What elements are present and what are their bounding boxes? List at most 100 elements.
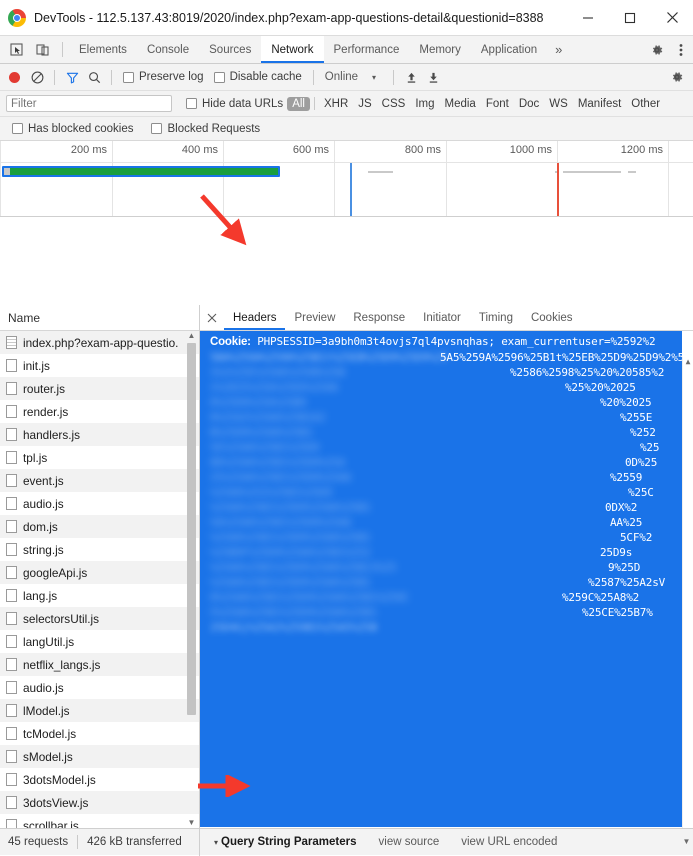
tab-network[interactable]: Network: [261, 36, 324, 63]
tab-application[interactable]: Application: [471, 36, 547, 63]
tab-performance[interactable]: Performance: [324, 36, 410, 63]
request-row-3[interactable]: render.js: [0, 400, 199, 423]
network-overview-timeline[interactable]: 200 ms 400 ms 600 ms 800 ms 1000 ms 1200…: [0, 141, 693, 217]
request-row-17[interactable]: tcModel.js: [0, 722, 199, 745]
cookie-wrapped-line: B%25D9%25A6%25B1 %252: [210, 425, 676, 440]
request-row-16[interactable]: lModel.js: [0, 699, 199, 722]
filter-type-css[interactable]: CSS: [377, 98, 411, 110]
scroll-up-arrow-icon[interactable]: ▲: [186, 331, 197, 341]
inspect-element-icon[interactable]: [4, 36, 30, 63]
request-name: string.js: [23, 542, 64, 557]
detail-tab-initiator[interactable]: Initiator: [414, 305, 470, 330]
export-down-arrow-icon[interactable]: [423, 67, 443, 87]
request-list-header[interactable]: Name: [0, 305, 199, 331]
record-stop-icon[interactable]: [9, 71, 20, 83]
network-settings-gear-icon[interactable]: [667, 67, 687, 87]
detail-tab-preview[interactable]: Preview: [285, 305, 344, 330]
request-row-5[interactable]: tpl.js: [0, 446, 199, 469]
filter-type-img[interactable]: Img: [410, 98, 439, 110]
request-row-7[interactable]: audio.js: [0, 492, 199, 515]
cookie-visible-tail: %25C: [628, 486, 654, 499]
cookie-value-start: PHPSESSID=3a9bh0m3t4ovjs7ql4pvsnqhas; ex…: [250, 335, 656, 348]
detail-tab-headers[interactable]: Headers: [224, 305, 286, 330]
search-icon[interactable]: [84, 67, 104, 87]
detail-tab-cookies[interactable]: Cookies: [522, 305, 582, 330]
scrollbar-thumb[interactable]: [187, 343, 196, 715]
view-source-link[interactable]: view source: [379, 836, 440, 848]
close-button[interactable]: [651, 0, 693, 36]
request-row-12[interactable]: selectorsUtil.js: [0, 607, 199, 630]
request-name: render.js: [23, 404, 69, 419]
filter-type-other[interactable]: Other: [626, 98, 665, 110]
hide-data-urls-checkbox[interactable]: Hide data URLs: [186, 98, 283, 110]
scroll-down-arrow-icon[interactable]: ▼: [680, 837, 693, 847]
scroll-down-arrow-icon[interactable]: ▼: [186, 818, 197, 828]
tab-sources[interactable]: Sources: [199, 36, 261, 63]
tab-console[interactable]: Console: [137, 36, 199, 63]
window-title-bar: DevTools - 112.5.137.43:8019/2020/index.…: [0, 0, 693, 36]
request-row-9[interactable]: string.js: [0, 538, 199, 561]
request-row-18[interactable]: sModel.js: [0, 745, 199, 768]
query-string-parameters-toggle[interactable]: ▾ Query String Parameters: [214, 836, 357, 848]
maximize-button[interactable]: [609, 0, 651, 36]
chevron-down-icon[interactable]: ▾: [372, 73, 376, 82]
detail-tab-timing[interactable]: Timing: [470, 305, 522, 330]
filter-type-all[interactable]: All: [287, 96, 310, 111]
funnel-filter-icon[interactable]: [62, 67, 82, 87]
disable-cache-label: Disable cache: [229, 71, 302, 83]
disable-cache-checkbox[interactable]: Disable cache: [213, 71, 302, 83]
blocked-requests-checkbox[interactable]: Blocked Requests: [151, 123, 260, 135]
cookie-blurred-segment: %25A6%25B1%25D9%25A6%25B1: [210, 501, 371, 514]
request-row-13[interactable]: langUtil.js: [0, 630, 199, 653]
request-row-20[interactable]: 3dotsView.js: [0, 791, 199, 814]
request-name: 3dotsModel.js: [23, 772, 96, 787]
tab-label: Elements: [79, 43, 127, 56]
request-row-15[interactable]: audio.js: [0, 676, 199, 699]
throttling-select-value[interactable]: Online: [325, 71, 358, 83]
scroll-up-arrow-icon[interactable]: ▲: [683, 357, 693, 367]
gear-icon[interactable]: [645, 43, 669, 57]
request-row-4[interactable]: handlers.js: [0, 423, 199, 446]
filter-type-manifest[interactable]: Manifest: [573, 98, 626, 110]
cookie-header-row[interactable]: Cookie: PHPSESSID=3a9bh0m3t4ovjs7ql4pvsn…: [200, 331, 682, 827]
filter-type-doc[interactable]: Doc: [514, 98, 544, 110]
minimize-button[interactable]: [567, 0, 609, 36]
tab-elements[interactable]: Elements: [69, 36, 137, 63]
request-row-0[interactable]: index.php?exam-app-questio.: [0, 331, 199, 354]
headers-body[interactable]: Cookie: PHPSESSID=3a9bh0m3t4ovjs7ql4pvsn…: [200, 331, 693, 828]
request-row-14[interactable]: netflix_langs.js: [0, 653, 199, 676]
detail-panel-scrollbar[interactable]: ▲: [682, 357, 693, 828]
request-list[interactable]: index.php?exam-app-questio. init.js rout…: [0, 331, 199, 828]
timeline-bars: [0, 163, 693, 216]
request-row-21[interactable]: scrollbar.js: [0, 814, 199, 828]
request-list-scrollbar[interactable]: ▲ ▼: [186, 331, 197, 828]
filter-input[interactable]: [6, 95, 172, 112]
tab-memory[interactable]: Memory: [409, 36, 471, 63]
view-url-encoded-link[interactable]: view URL encoded: [461, 836, 557, 848]
request-row-19[interactable]: 3dotsModel.js: [0, 768, 199, 791]
import-up-arrow-icon[interactable]: [401, 67, 421, 87]
request-timing-bar: [563, 171, 621, 173]
request-row-8[interactable]: dom.js: [0, 515, 199, 538]
detail-tab-response[interactable]: Response: [344, 305, 414, 330]
request-row-6[interactable]: event.js: [0, 469, 199, 492]
has-blocked-cookies-checkbox[interactable]: Has blocked cookies: [12, 123, 133, 135]
close-icon[interactable]: [200, 305, 224, 330]
filter-type-media[interactable]: Media: [440, 98, 481, 110]
tab-label: Preview: [294, 311, 336, 324]
request-row-2[interactable]: router.js: [0, 377, 199, 400]
request-row-10[interactable]: googleApi.js: [0, 561, 199, 584]
kebab-menu-icon[interactable]: [669, 43, 693, 57]
filter-type-js[interactable]: JS: [353, 98, 376, 110]
device-toolbar-icon[interactable]: [30, 36, 56, 63]
cookie-visible-tail: %259C%25A8%2: [562, 591, 640, 604]
more-tabs-chevron-icon[interactable]: »: [547, 36, 570, 63]
preserve-log-checkbox[interactable]: Preserve log: [123, 71, 204, 83]
request-row-1[interactable]: init.js: [0, 354, 199, 377]
request-row-11[interactable]: lang.js: [0, 584, 199, 607]
clear-no-entry-icon[interactable]: [27, 67, 47, 87]
filter-type-font[interactable]: Font: [481, 98, 514, 110]
filter-type-xhr[interactable]: XHR: [319, 98, 353, 110]
filter-type-ws[interactable]: WS: [544, 98, 573, 110]
timeline-tick-label: 1000 ms: [509, 144, 552, 156]
